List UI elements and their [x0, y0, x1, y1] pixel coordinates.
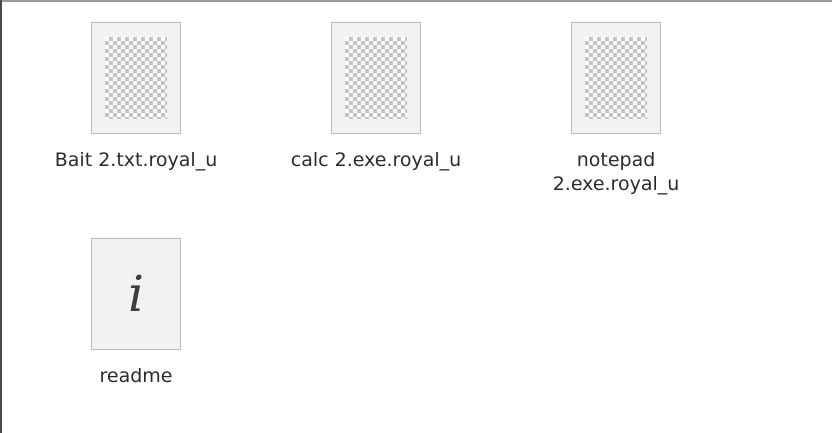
file-name-label: Bait 2.txt.royal_u: [54, 149, 218, 171]
broken-thumbnail-icon: [331, 22, 421, 134]
top-border: [0, 0, 832, 2]
file-manager-icon-view: Bait 2.txt.royal_u calc 2.exe.royal_u no…: [0, 0, 832, 433]
broken-thumbnail-icon: [571, 22, 661, 134]
file-item-readme[interactable]: i readme: [36, 238, 236, 388]
info-glyph: i: [128, 265, 144, 323]
left-border: [0, 0, 2, 433]
info-document-icon: i: [91, 238, 181, 350]
file-item-calc[interactable]: calc 2.exe.royal_u: [276, 22, 476, 172]
file-item-notepad[interactable]: notepad 2.exe.royal_u: [516, 22, 716, 196]
file-item-bait[interactable]: Bait 2.txt.royal_u: [36, 22, 236, 172]
file-name-label: calc 2.exe.royal_u: [290, 149, 462, 171]
file-name-label: notepad 2.exe.royal_u: [552, 149, 680, 195]
broken-thumbnail-icon: [91, 22, 181, 134]
file-name-label: readme: [99, 365, 173, 387]
